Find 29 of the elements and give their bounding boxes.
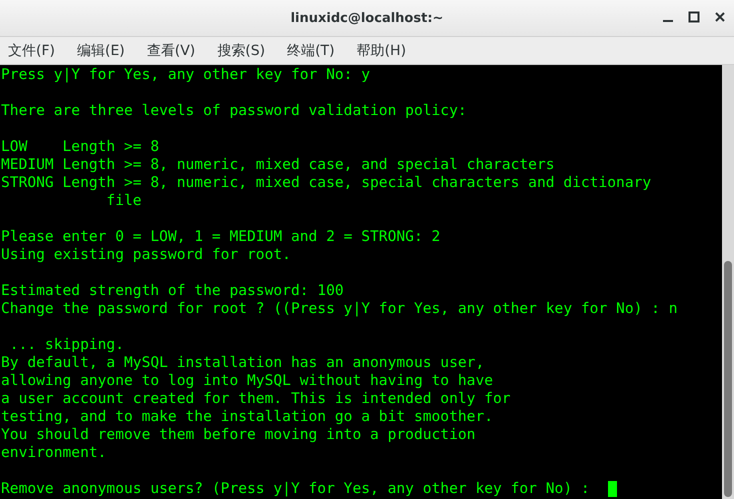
terminal-line: Estimated strength of the password: 100: [1, 282, 344, 300]
window-title: linuxidc@localhost:~: [290, 10, 444, 26]
terminal-line: file: [105, 192, 142, 210]
terminal-line: Remove anonymous users? (Press y|Y for Yes, any other key for No) :: [1, 480, 590, 498]
terminal-line: There are three levels of password validation policy:: [1, 102, 467, 120]
terminal-line: Using existing password for root.: [1, 246, 291, 264]
scrollbar[interactable]: [722, 65, 734, 499]
maximize-icon[interactable]: [688, 10, 700, 24]
terminal-line: By default, a MySQL installation has an anonymous user,: [1, 354, 484, 372]
terminal-line: Change the password for root ? ((Press y|Y for Yes, any other key for No) : n: [1, 300, 678, 318]
terminal-line: Please enter 0 = LOW, 1 = MEDIUM and 2 = STRONG: 2: [1, 228, 440, 246]
terminal-line: STRONG Length >= 8, numeric, mixed case, special characters and dictionary: [1, 174, 652, 192]
menu-item[interactable]: 终端(T): [287, 42, 335, 60]
terminal-line: You should remove them before moving into a production: [1, 426, 476, 444]
close-icon[interactable]: [714, 10, 726, 24]
menu-item[interactable]: 编辑(E): [76, 42, 125, 60]
menu-item[interactable]: 文件(F): [8, 42, 55, 60]
terminal-line: allowing anyone to log into MySQL without having to have: [1, 372, 494, 390]
terminal-line: LOW Length >= 8: [1, 138, 160, 156]
terminal-line: ... skipping.: [8, 336, 124, 354]
menu-item[interactable]: 查看(V): [146, 42, 196, 60]
terminal-line: a user account created for them. This is intended only for: [1, 390, 511, 408]
menu-item[interactable]: 搜索(S): [217, 42, 266, 60]
terminal-line: MEDIUM Length >= 8, numeric, mixed case, and special characters: [1, 156, 555, 174]
menu-item[interactable]: 帮助(H): [356, 42, 406, 60]
terminal-line: environment.: [1, 444, 106, 462]
terminal-line: testing, and to make the installation go a bit smoother.: [1, 408, 494, 426]
scrollbar-thumb[interactable]: [724, 261, 732, 497]
terminal-line: Press y|Y for Yes, any other key for No: y: [1, 66, 370, 84]
